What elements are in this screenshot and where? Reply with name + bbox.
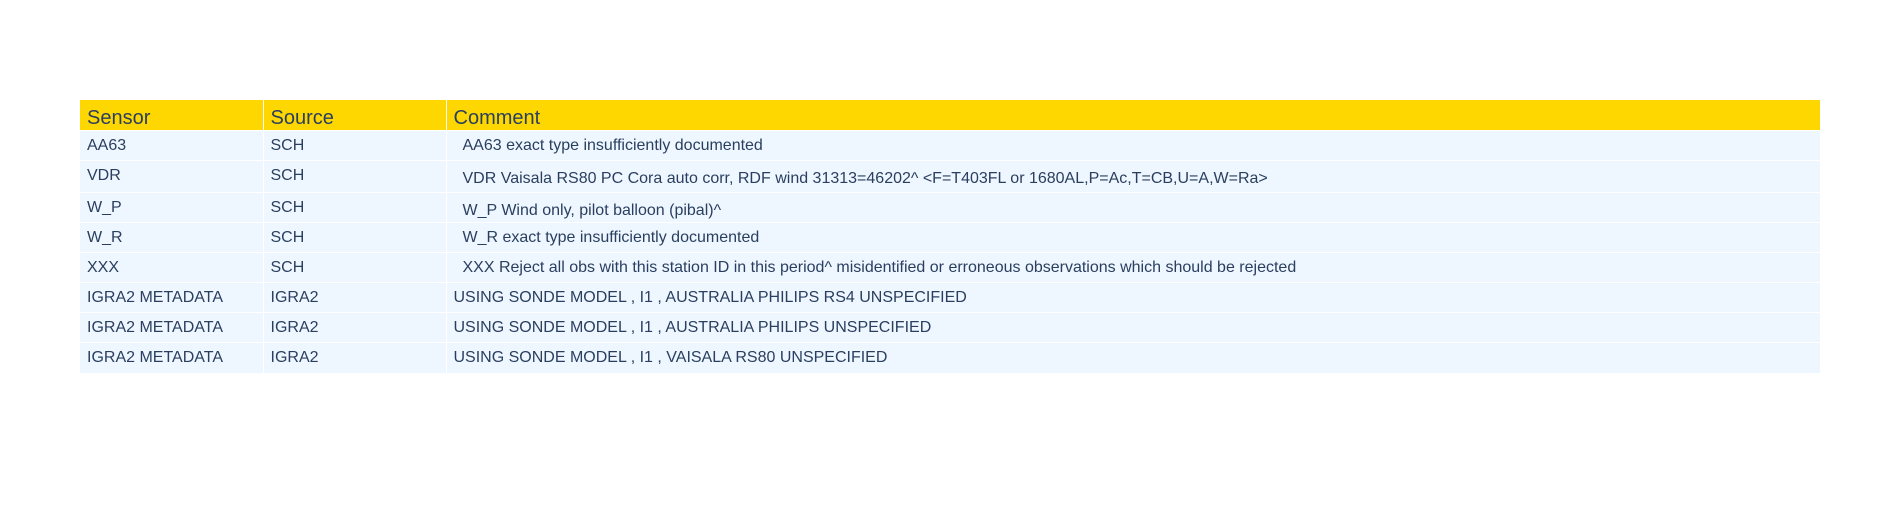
cell-comment: USING SONDE MODEL , I1 , VAISALA RS80 UN… bbox=[445, 342, 1820, 373]
cell-comment: W_R exact type insufficiently documented bbox=[445, 222, 1820, 253]
cell-source: SCH bbox=[262, 252, 446, 283]
cell-comment: USING SONDE MODEL , I1 , AUSTRALIA PHILI… bbox=[445, 312, 1820, 343]
sensor-table-container: Sensor Source Comment AA63 SCH AA63 exac… bbox=[80, 100, 1820, 373]
header-source: Source bbox=[262, 100, 446, 131]
table-row: IGRA2 METADATA IGRA2 USING SONDE MODEL ,… bbox=[80, 282, 1820, 313]
cell-comment: USING SONDE MODEL , I1 , AUSTRALIA PHILI… bbox=[445, 282, 1820, 313]
table-body: AA63 SCH AA63 exact type insufficiently … bbox=[80, 130, 1820, 373]
table-row: W_P SCH W_P Wind only, pilot balloon (pi… bbox=[80, 192, 1820, 223]
cell-source: SCH bbox=[262, 192, 446, 223]
cell-source: SCH bbox=[262, 130, 446, 161]
cell-sensor: VDR bbox=[80, 160, 263, 193]
table-row: IGRA2 METADATA IGRA2 USING SONDE MODEL ,… bbox=[80, 312, 1820, 343]
table-row: VDR SCH VDR Vaisala RS80 PC Cora auto co… bbox=[80, 160, 1820, 193]
header-comment: Comment bbox=[445, 100, 1820, 131]
cell-sensor: W_P bbox=[80, 192, 263, 223]
cell-comment: XXX Reject all obs with this station ID … bbox=[445, 252, 1820, 283]
table-row: IGRA2 METADATA IGRA2 USING SONDE MODEL ,… bbox=[80, 342, 1820, 373]
sensor-table: Sensor Source Comment AA63 SCH AA63 exac… bbox=[80, 100, 1820, 373]
cell-comment: AA63 exact type insufficiently documente… bbox=[445, 130, 1820, 161]
table-row: XXX SCH XXX Reject all obs with this sta… bbox=[80, 252, 1820, 283]
cell-sensor: IGRA2 METADATA bbox=[80, 312, 263, 343]
header-sensor: Sensor bbox=[80, 100, 263, 131]
table-row: AA63 SCH AA63 exact type insufficiently … bbox=[80, 130, 1820, 161]
cell-comment: W_P Wind only, pilot balloon (pibal)^ bbox=[445, 192, 1820, 223]
cell-comment: VDR Vaisala RS80 PC Cora auto corr, RDF … bbox=[445, 160, 1820, 193]
cell-source: SCH bbox=[262, 222, 446, 253]
cell-sensor: IGRA2 METADATA bbox=[80, 282, 263, 313]
cell-source: SCH bbox=[262, 160, 446, 193]
cell-sensor: XXX bbox=[80, 252, 263, 283]
table-row: W_R SCH W_R exact type insufficiently do… bbox=[80, 222, 1820, 253]
cell-sensor: W_R bbox=[80, 222, 263, 253]
cell-source: IGRA2 bbox=[262, 312, 446, 343]
cell-sensor: IGRA2 METADATA bbox=[80, 342, 263, 373]
header-row: Sensor Source Comment bbox=[80, 100, 1820, 131]
cell-sensor: AA63 bbox=[80, 130, 263, 161]
cell-source: IGRA2 bbox=[262, 282, 446, 313]
table-header: Sensor Source Comment bbox=[80, 100, 1820, 131]
cell-source: IGRA2 bbox=[262, 342, 446, 373]
